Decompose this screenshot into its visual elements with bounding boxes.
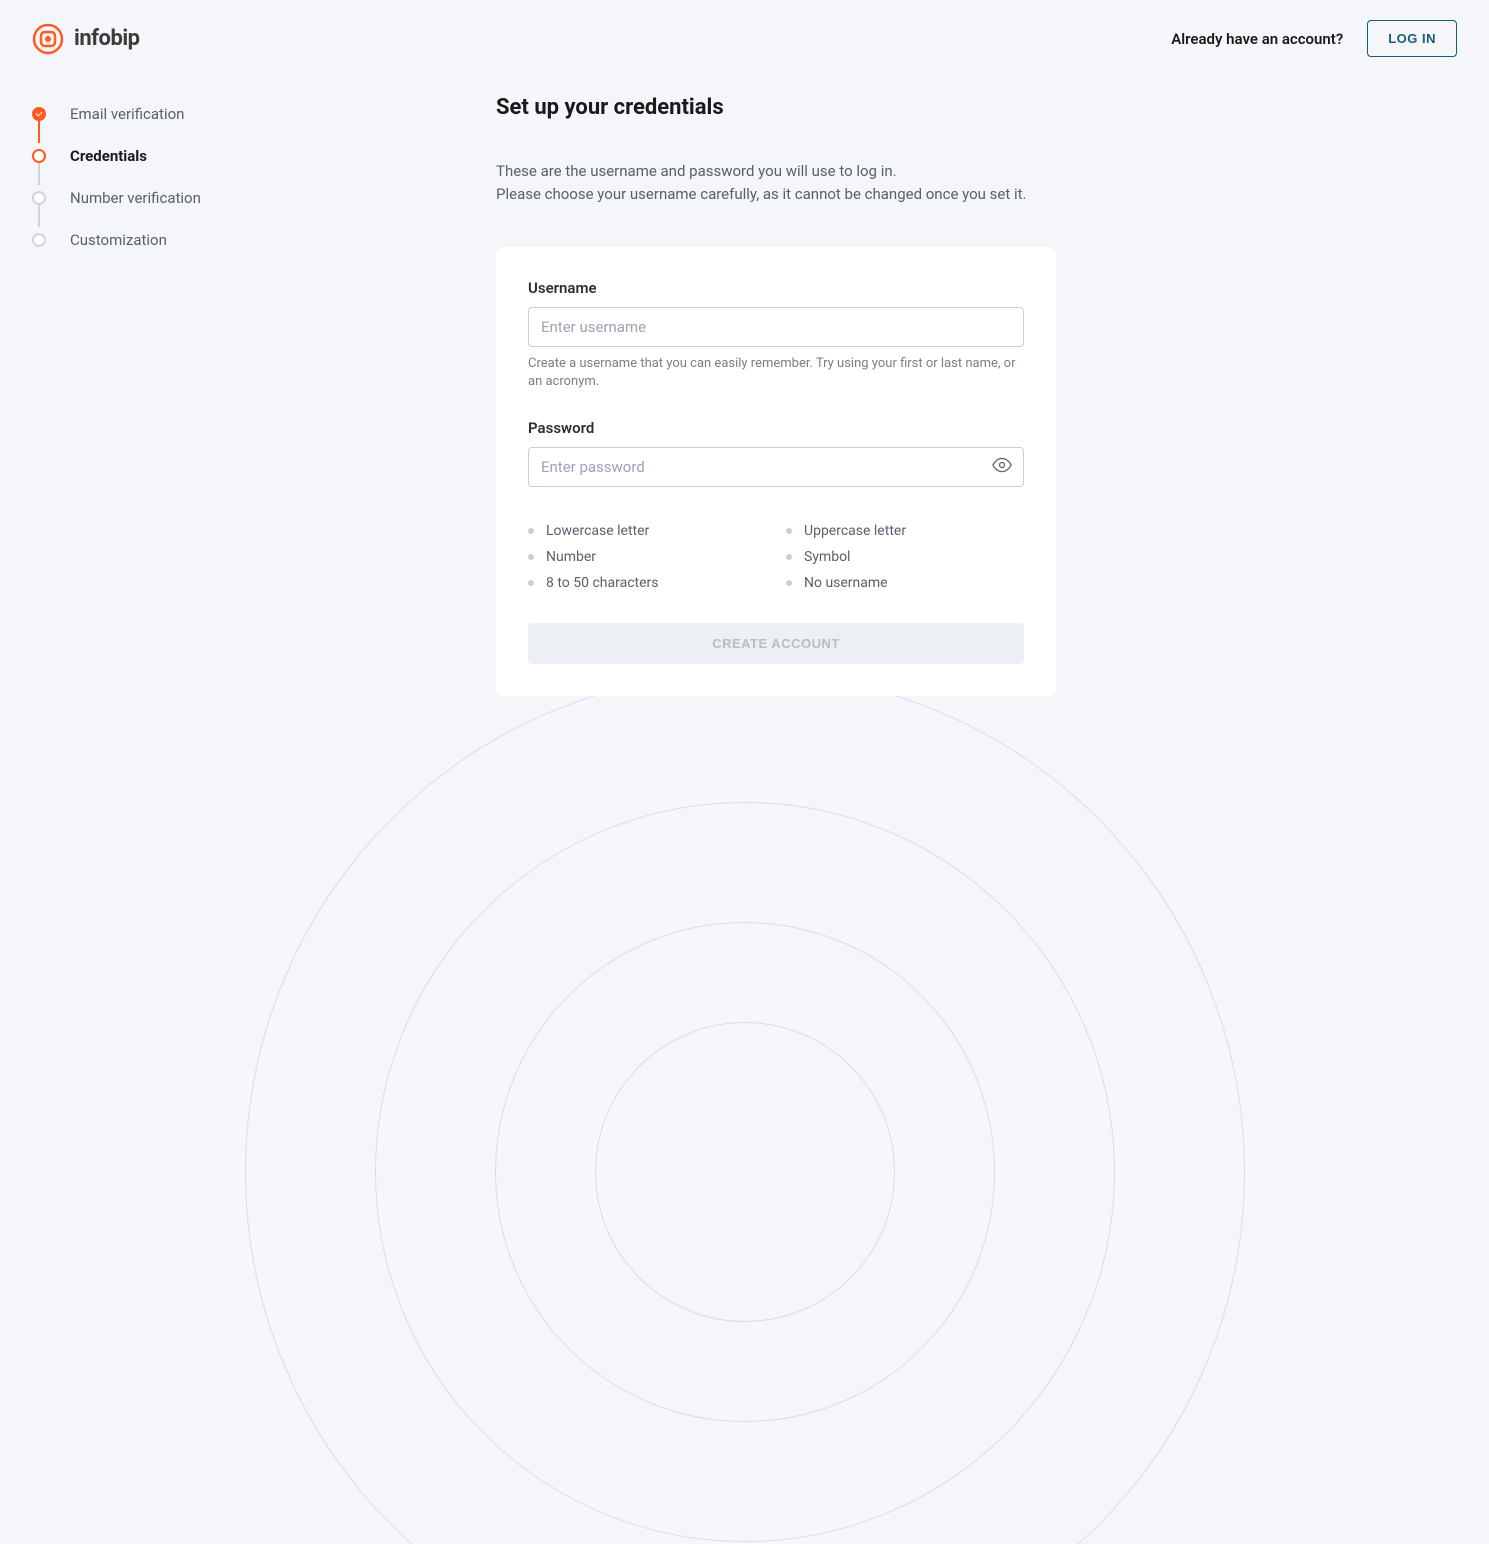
requirement-uppercase: Uppercase letter <box>786 523 1024 539</box>
requirement-text: No username <box>804 575 888 591</box>
requirement-text: Lowercase letter <box>546 523 649 539</box>
step-connector <box>38 161 40 185</box>
credentials-card: Username Create a username that you can … <box>496 247 1056 696</box>
create-account-button[interactable]: CREATE ACCOUNT <box>528 623 1024 664</box>
username-label: Username <box>528 279 1024 297</box>
step-circle-current-icon <box>32 149 46 163</box>
step-circle-pending-icon <box>32 191 46 205</box>
requirement-length: 8 to 50 characters <box>528 575 766 591</box>
password-input-wrapper <box>528 447 1024 487</box>
step-label: Credentials <box>70 147 147 165</box>
requirement-dot-icon <box>528 528 534 534</box>
requirement-dot-icon <box>528 554 534 560</box>
requirement-text: 8 to 50 characters <box>546 575 659 591</box>
step-email-verification: Email verification <box>32 105 312 147</box>
logo[interactable]: infobip <box>32 23 140 55</box>
requirement-dot-icon <box>528 580 534 586</box>
step-label: Customization <box>70 231 167 249</box>
password-group: Password <box>528 419 1024 487</box>
page-title: Set up your credentials <box>496 95 1056 120</box>
password-requirements: Lowercase letter Uppercase letter Number… <box>528 523 1024 591</box>
username-helper-text: Create a username that you can easily re… <box>528 355 1024 391</box>
brand-name: infobip <box>74 26 140 51</box>
header: infobip Already have an account? LOG IN <box>0 0 1489 77</box>
requirement-lowercase: Lowercase letter <box>528 523 766 539</box>
main-content: Set up your credentials These are the us… <box>496 77 1056 696</box>
requirement-symbol: Symbol <box>786 549 1024 565</box>
step-label: Number verification <box>70 189 201 207</box>
toggle-password-visibility-icon[interactable] <box>992 455 1012 479</box>
description-line: Please choose your username carefully, a… <box>496 185 1027 203</box>
header-right: Already have an account? LOG IN <box>1171 20 1457 57</box>
step-customization: Customization <box>32 231 312 249</box>
step-circle-completed-icon <box>32 107 46 121</box>
page-description: These are the username and password you … <box>496 160 1056 205</box>
step-number-verification: Number verification <box>32 189 312 231</box>
requirement-text: Symbol <box>804 549 850 565</box>
username-group: Username Create a username that you can … <box>528 279 1024 391</box>
step-connector <box>38 203 40 227</box>
login-button[interactable]: LOG IN <box>1367 20 1457 57</box>
step-circle-pending-icon <box>32 233 46 247</box>
requirement-number: Number <box>528 549 766 565</box>
requirement-no-username: No username <box>786 575 1024 591</box>
step-connector <box>38 119 40 143</box>
requirement-dot-icon <box>786 528 792 534</box>
infobip-logo-icon <box>32 23 64 55</box>
requirement-text: Number <box>546 549 596 565</box>
step-label: Email verification <box>70 105 184 123</box>
description-line: These are the username and password you … <box>496 162 897 180</box>
account-question-text: Already have an account? <box>1171 30 1343 48</box>
requirement-dot-icon <box>786 554 792 560</box>
step-credentials: Credentials <box>32 147 312 189</box>
password-input[interactable] <box>528 447 1024 487</box>
username-input[interactable] <box>528 307 1024 347</box>
password-label: Password <box>528 419 1024 437</box>
requirement-dot-icon <box>786 580 792 586</box>
progress-sidebar: Email verification Credentials Number ve… <box>32 77 312 696</box>
step-list: Email verification Credentials Number ve… <box>32 105 312 249</box>
requirement-text: Uppercase letter <box>804 523 906 539</box>
